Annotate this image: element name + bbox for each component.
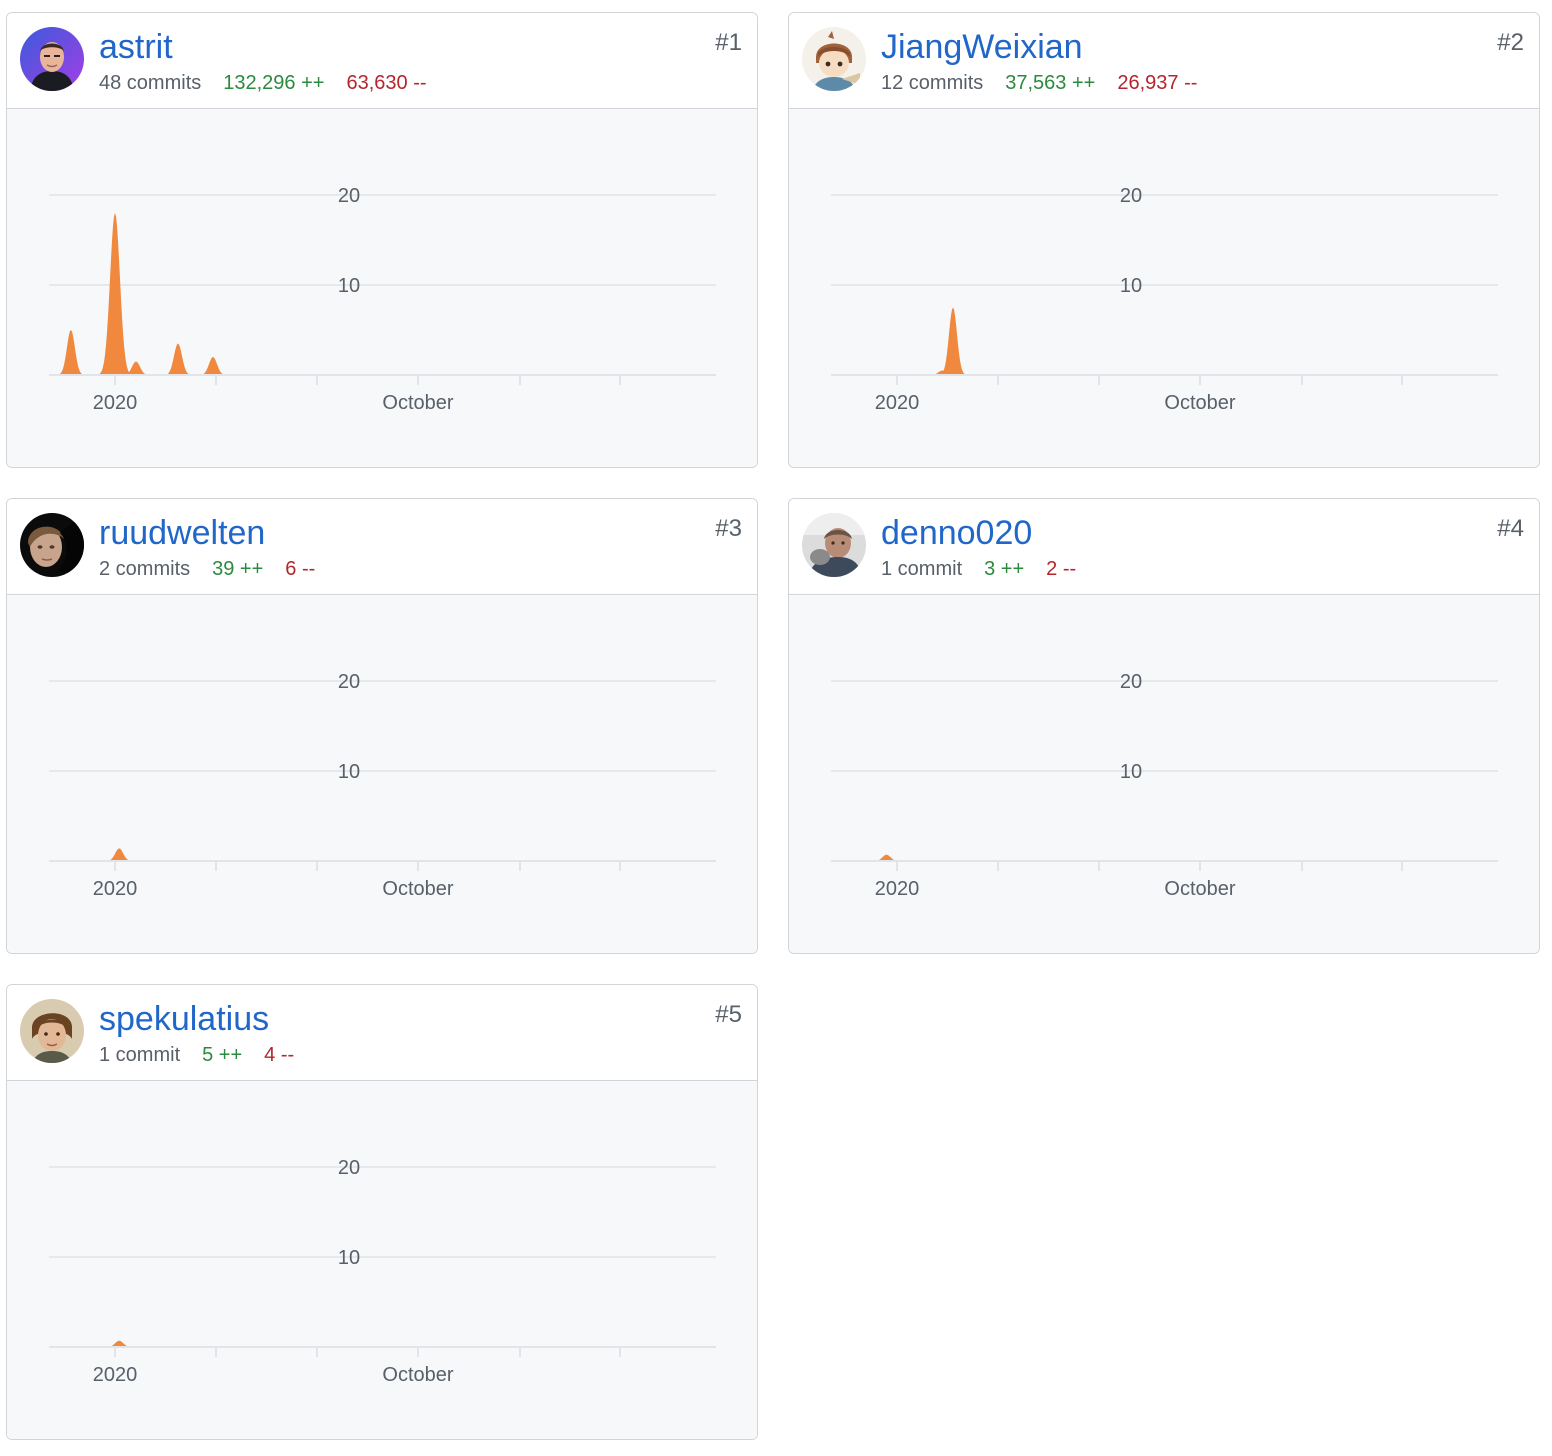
rank-badge: #4: [1497, 515, 1524, 542]
additions-count: 5 ++: [202, 1044, 243, 1066]
commit-count-link[interactable]: 12 commits: [881, 72, 983, 94]
contribution-chart-area: 10 20 2020 October: [789, 109, 1539, 467]
x-tick-label: October: [1164, 878, 1235, 900]
rank-badge: #3: [715, 515, 742, 542]
commit-count-link[interactable]: 2 commits: [99, 558, 190, 580]
additions-count: 39 ++: [212, 558, 264, 580]
username-link[interactable]: JiangWeixian: [881, 27, 1083, 67]
contribution-chart: 10202020 October: [7, 109, 757, 467]
card-header: denno020 1 commit 3 ++ 2 -- #4: [789, 499, 1539, 595]
y-tick-label: 10: [338, 1247, 360, 1269]
x-tick-label: 2020: [875, 878, 920, 900]
contribution-stats: 12 commits 37,563 ++ 26,937 --: [881, 71, 1219, 95]
rank-badge: #1: [715, 29, 742, 56]
contributor-card: denno020 1 commit 3 ++ 2 -- #4 10 20 2020 Oct…: [788, 498, 1540, 954]
chart-background: [789, 109, 1539, 467]
y-tick-label: 10: [1120, 761, 1142, 783]
commit-count-link[interactable]: 1 commit: [881, 558, 962, 580]
contributor-card: spekulatius 1 commit 5 ++ 4 -- #5 10 20 2020…: [6, 984, 758, 1440]
x-tick-label: October: [382, 392, 453, 414]
x-tick-label: 2020: [93, 878, 138, 900]
card-header: spekulatius 1 commit 5 ++ 4 -- #5: [7, 985, 757, 1081]
additions-count: 37,563 ++: [1005, 72, 1096, 94]
contribution-chart-area: 10 20 2020 October: [7, 1081, 757, 1439]
x-tick-label: 2020: [875, 392, 920, 414]
commit-count-link[interactable]: 1 commit: [99, 1044, 180, 1066]
contributor-card: ruudwelten 2 commits 39 ++ 6 -- #3 10 20 202…: [6, 498, 758, 954]
contribution-chart-area: 10 20 2020 October: [789, 595, 1539, 953]
card-header: ruudwelten 2 commits 39 ++ 6 -- #3: [7, 499, 757, 595]
y-tick-label: 10: [338, 761, 360, 783]
contributor-card: astrit 48 commits 132,296 ++ 63,630 -- #1 …: [6, 12, 758, 468]
username-link[interactable]: spekulatius: [99, 999, 269, 1039]
avatar[interactable]: [20, 513, 84, 577]
x-tick-label: October: [382, 1364, 453, 1386]
contribution-chart: 10202020 October: [789, 595, 1539, 953]
deletions-count: 2 --: [1046, 558, 1077, 580]
deletions-count: 4 --: [264, 1044, 295, 1066]
deletions-count: 6 --: [285, 558, 316, 580]
contribution-stats: 48 commits 132,296 ++ 63,630 --: [99, 71, 449, 95]
additions-count: 132,296 ++: [223, 72, 325, 94]
contribution-stats: 1 commit 5 ++ 4 --: [99, 1043, 316, 1067]
avatar[interactable]: [20, 999, 84, 1063]
contribution-stats: 2 commits 39 ++ 6 --: [99, 557, 337, 581]
additions-count: 3 ++: [984, 558, 1025, 580]
card-header: JiangWeixian 12 commits 37,563 ++ 26,937 -…: [789, 13, 1539, 109]
chart-background: [7, 1081, 757, 1439]
avatar[interactable]: [802, 27, 866, 91]
chart-background: [789, 595, 1539, 953]
y-tick-label: 20: [1120, 185, 1142, 207]
x-tick-label: October: [1164, 392, 1235, 414]
avatar[interactable]: [20, 27, 84, 91]
y-tick-label: 10: [338, 275, 360, 297]
contribution-chart: 10202020 October: [7, 595, 757, 953]
commit-count-link[interactable]: 48 commits: [99, 72, 201, 94]
rank-badge: #2: [1497, 29, 1524, 56]
x-tick-label: 2020: [93, 392, 138, 414]
username-link[interactable]: ruudwelten: [99, 513, 265, 553]
rank-badge: #5: [715, 1001, 742, 1028]
contribution-stats: 1 commit 3 ++ 2 --: [881, 557, 1098, 581]
contribution-chart-area: 10 20 2020 October: [7, 109, 757, 467]
username-link[interactable]: astrit: [99, 27, 173, 67]
contribution-chart: 10202020 October: [789, 109, 1539, 467]
deletions-count: 63,630 --: [346, 72, 427, 94]
contribution-chart: 10202020 October: [7, 1081, 757, 1439]
contributor-card: JiangWeixian 12 commits 37,563 ++ 26,937 -…: [788, 12, 1540, 468]
y-tick-label: 20: [338, 1157, 360, 1179]
y-tick-label: 10: [1120, 275, 1142, 297]
y-tick-label: 20: [1120, 671, 1142, 693]
x-tick-label: 2020: [93, 1364, 138, 1386]
chart-background: [7, 595, 757, 953]
avatar[interactable]: [802, 513, 866, 577]
deletions-count: 26,937 --: [1117, 72, 1198, 94]
card-header: astrit 48 commits 132,296 ++ 63,630 -- #1: [7, 13, 757, 109]
contribution-chart-area: 10 20 2020 October: [7, 595, 757, 953]
x-tick-label: October: [382, 878, 453, 900]
username-link[interactable]: denno020: [881, 513, 1032, 553]
y-tick-label: 20: [338, 671, 360, 693]
y-tick-label: 20: [338, 185, 360, 207]
